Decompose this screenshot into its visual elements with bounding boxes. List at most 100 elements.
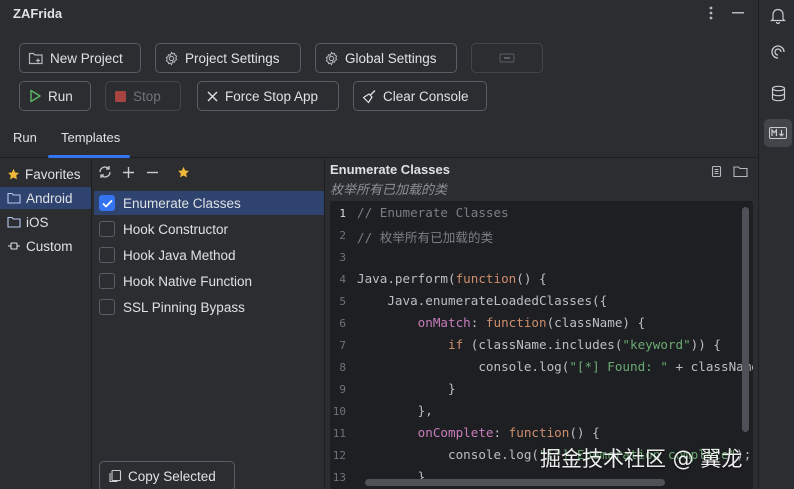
refresh-icon[interactable] — [96, 163, 114, 181]
template-preview-panel: Enumerate Classes 枚举所有已加载的类 1 2 3 4 5 6 … — [325, 159, 758, 489]
code-token: function — [485, 315, 547, 330]
checkbox[interactable] — [99, 247, 115, 263]
folder-icon — [7, 216, 21, 228]
line-number: 6 — [339, 317, 346, 330]
gear-icon — [325, 50, 338, 66]
line-number: 1 — [339, 207, 346, 220]
copy-selected-label: Copy Selected — [128, 468, 216, 484]
checkbox[interactable] — [99, 221, 115, 237]
line-number: 10 — [332, 405, 346, 418]
category-favorites[interactable]: Favorites — [0, 163, 91, 185]
line-number: 8 — [339, 361, 346, 374]
code-token: (className.includes( — [463, 337, 623, 352]
category-label: Custom — [26, 238, 73, 254]
line-number: 2 — [339, 229, 346, 242]
category-android[interactable]: Android — [0, 187, 91, 209]
line-number: 7 — [339, 339, 346, 352]
play-icon — [30, 89, 41, 103]
more-options-icon[interactable] — [702, 4, 720, 22]
add-icon[interactable] — [119, 163, 137, 181]
project-settings-button[interactable]: Project Settings — [155, 43, 301, 73]
code-line: Java.enumerateLoadedClasses({ — [357, 293, 608, 308]
notifications-bell-icon[interactable] — [767, 4, 789, 26]
template-title: Enumerate Classes — [330, 162, 450, 177]
code-line: console.log("[*] Found: " + className); — [357, 359, 753, 374]
template-description: 枚举所有已加载的类 — [330, 182, 448, 197]
favorite-star-icon[interactable] — [174, 163, 192, 181]
force-stop-app-button[interactable]: Force Stop App — [197, 81, 339, 111]
line-number: 4 — [339, 273, 346, 286]
new-project-button[interactable]: New Project — [19, 43, 141, 73]
code-line: onMatch: function(className) { — [357, 315, 646, 330]
template-item-enumerate-classes[interactable]: Enumerate Classes — [94, 191, 324, 215]
line-number: 5 — [339, 295, 346, 308]
clear-console-button[interactable]: Clear Console — [353, 81, 487, 111]
code-token: function — [455, 271, 517, 286]
copy-selected-button[interactable]: Copy Selected — [99, 461, 235, 489]
template-item-hook-constructor[interactable]: Hook Constructor — [94, 217, 324, 241]
device-icon — [499, 53, 515, 63]
line-number: 13 — [332, 471, 346, 484]
code-token: onComplete — [417, 425, 494, 440]
gear-icon — [165, 50, 178, 66]
database-icon[interactable] — [767, 82, 789, 104]
copy-icon — [109, 469, 122, 483]
code-token: + className); — [675, 359, 753, 374]
tab-run[interactable]: Run — [13, 130, 37, 145]
code-token: }, — [417, 403, 433, 418]
template-label: Enumerate Classes — [123, 195, 241, 211]
clear-console-label: Clear Console — [383, 88, 469, 104]
broom-icon — [362, 89, 376, 103]
run-button[interactable]: Run — [19, 81, 91, 111]
tool-window-header: ZAFrida — [0, 0, 758, 28]
code-line: if (className.includes("keyword")) { — [357, 337, 721, 352]
force-stop-app-label: Force Stop App — [225, 88, 319, 104]
stop-button[interactable]: Stop — [105, 81, 181, 111]
device-button[interactable] — [471, 43, 543, 73]
folder-icon[interactable] — [733, 165, 749, 181]
code-line: // 枚举所有已加载的类 — [357, 230, 494, 245]
active-tab-indicator — [48, 155, 130, 158]
close-icon — [207, 91, 218, 101]
stop-icon — [115, 90, 126, 102]
project-settings-label: Project Settings — [185, 50, 280, 66]
code-token: () { — [569, 425, 600, 440]
category-custom[interactable]: Custom — [0, 235, 91, 257]
line-number: 9 — [339, 383, 346, 396]
tab-templates[interactable]: Templates — [61, 130, 120, 145]
global-settings-button[interactable]: Global Settings — [315, 43, 457, 73]
code-token: "keyword" — [622, 337, 691, 352]
code-token: function — [508, 425, 570, 440]
code-line: // Enumerate Classes — [357, 205, 509, 220]
ai-assistant-spiral-icon[interactable] — [767, 41, 789, 63]
template-toolbar — [92, 159, 325, 187]
watermark: 掘金技术社区 @ 翼龙 — [540, 447, 743, 471]
line-number: 11 — [332, 427, 346, 440]
remove-icon[interactable] — [143, 163, 161, 181]
checkbox[interactable] — [99, 273, 115, 289]
code-line: onComplete: function() { — [357, 425, 600, 440]
template-item-hook-native-function[interactable]: Hook Native Function — [94, 269, 324, 293]
right-tool-strip — [758, 0, 794, 489]
code-token: : — [493, 425, 509, 440]
new-project-label: New Project — [50, 50, 123, 66]
run-label: Run — [48, 88, 73, 104]
code-token: } — [448, 381, 456, 396]
checkbox[interactable] — [99, 299, 115, 315]
template-item-ssl-pinning-bypass[interactable]: SSL Pinning Bypass — [94, 295, 324, 319]
checkbox-checked[interactable] — [99, 195, 115, 211]
markdown-icon[interactable] — [764, 119, 792, 147]
new-folder-icon — [28, 52, 43, 65]
category-ios[interactable]: iOS — [0, 211, 91, 233]
folder-icon — [7, 192, 21, 204]
code-token: (className) { — [546, 315, 646, 330]
template-list-panel: Enumerate Classes Hook Constructor Hook … — [92, 159, 325, 489]
code-token: console.log( — [448, 447, 539, 462]
copy-icon[interactable] — [709, 165, 725, 181]
check-icon — [101, 199, 113, 208]
vertical-scrollbar[interactable] — [742, 207, 749, 432]
minimize-icon[interactable] — [729, 4, 747, 22]
horizontal-scrollbar[interactable] — [365, 479, 665, 486]
template-item-hook-java-method[interactable]: Hook Java Method — [94, 243, 324, 267]
code-line: }, — [357, 403, 433, 418]
